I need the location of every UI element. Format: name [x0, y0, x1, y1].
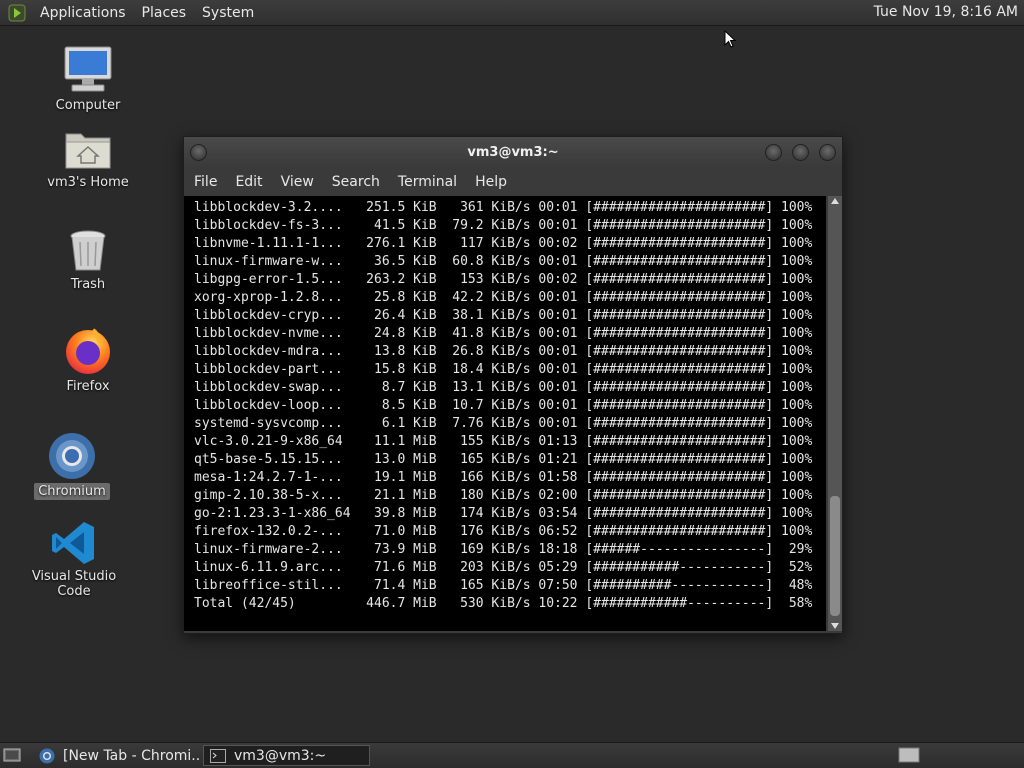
vscode-icon: [52, 522, 94, 564]
task-label: vm3@vm3:~: [234, 747, 327, 764]
system-menu[interactable]: System: [194, 5, 262, 21]
desktop-icon-firefox[interactable]: Firefox: [33, 326, 143, 395]
terminal-line: firefox-132.0.2-... 71.0 MiB 176 KiB/s 0…: [194, 524, 813, 539]
desktop-icon-label: Trash: [70, 277, 106, 292]
desktop-icon-label: vm3's Home: [47, 175, 129, 190]
terminal-line: go-2:1.23.3-1-x86_64 39.8 MiB 174 KiB/s …: [194, 506, 813, 521]
desktop-icon-home[interactable]: vm3's Home: [33, 128, 143, 191]
window-title: vm3@vm3:~: [467, 145, 559, 160]
desktop-icon-trash[interactable]: Trash: [33, 228, 143, 293]
applications-menu[interactable]: Applications: [32, 5, 134, 21]
terminal-scrollbar[interactable]: [828, 196, 842, 631]
desktop-icon-label: Computer: [55, 98, 121, 113]
terminal-line: linux-6.11.9.arc... 71.6 MiB 203 KiB/s 0…: [194, 560, 813, 575]
top-panel: Applications Places System Tue Nov 19, 8…: [0, 0, 1024, 26]
terminal-line: libnvme-1.11.1-1... 276.1 KiB 117 KiB/s …: [194, 236, 813, 251]
terminal-icon: [210, 748, 226, 763]
terminal-line: vlc-3.0.21-9-x86_64 11.1 MiB 155 KiB/s 0…: [194, 434, 813, 449]
desktop-icon-vscode[interactable]: Visual Studio Code: [19, 520, 129, 600]
terminal-line: libblockdev-3.2.... 251.5 KiB 361 KiB/s …: [194, 200, 813, 215]
terminal-line: gimp-2.10.38-5-x... 21.1 MiB 180 KiB/s 0…: [194, 488, 813, 503]
distro-logo-icon[interactable]: [8, 4, 26, 22]
menu-terminal[interactable]: Terminal: [390, 174, 465, 190]
maximize-button[interactable]: [792, 144, 809, 161]
menu-file[interactable]: File: [186, 174, 225, 190]
minimize-button[interactable]: [765, 144, 782, 161]
terminal-line: libblockdev-mdra... 13.8 KiB 26.8 KiB/s …: [194, 344, 813, 359]
terminal-line: Total (42/45) 446.7 MiB 530 KiB/s 10:22 …: [194, 596, 813, 611]
workspace-switcher-icon[interactable]: [898, 747, 920, 763]
scroll-thumb[interactable]: [830, 496, 840, 616]
terminal-line: libblockdev-swap... 8.7 KiB 13.1 KiB/s 0…: [194, 380, 813, 395]
desktop-icon-computer[interactable]: Computer: [33, 45, 143, 114]
computer-icon: [64, 46, 112, 92]
mouse-cursor-icon: [724, 30, 736, 48]
terminal-line: libreoffice-stil... 71.4 MiB 165 KiB/s 0…: [194, 578, 813, 593]
terminal-line: qt5-base-5.15.15... 13.0 MiB 165 KiB/s 0…: [194, 452, 813, 467]
menu-help[interactable]: Help: [467, 174, 515, 190]
menu-edit[interactable]: Edit: [227, 174, 270, 190]
terminal-line: libblockdev-part... 15.8 KiB 18.4 KiB/s …: [194, 362, 813, 377]
desktop-icon-chromium[interactable]: Chromium: [17, 431, 127, 500]
scroll-up-arrow-icon[interactable]: [831, 198, 839, 204]
terminal-line: xorg-xprop-1.2.8... 25.8 KiB 42.2 KiB/s …: [194, 290, 813, 305]
terminal-output[interactable]: libblockdev-3.2.... 251.5 KiB 361 KiB/s …: [184, 196, 826, 631]
terminal-line: libblockdev-loop... 8.5 KiB 10.7 KiB/s 0…: [194, 398, 813, 413]
desktop-icon-label: Chromium: [34, 483, 110, 500]
chromium-icon: [39, 748, 55, 763]
places-menu[interactable]: Places: [134, 5, 195, 21]
terminal-line: systemd-sysvcomp... 6.1 KiB 7.76 KiB/s 0…: [194, 416, 813, 431]
terminal-line: libblockdev-nvme... 24.8 KiB 41.8 KiB/s …: [194, 326, 813, 341]
terminal-line: mesa-1:24.2.7-1-... 19.1 MiB 166 KiB/s 0…: [194, 470, 813, 485]
clock[interactable]: Tue Nov 19, 8:16 AM: [874, 4, 1018, 20]
firefox-icon: [66, 328, 110, 374]
terminal-menubar: File Edit View Search Terminal Help: [184, 167, 842, 196]
desktop-icon-label: Visual Studio Code: [31, 569, 117, 599]
terminal-line: libgpg-error-1.5... 263.2 KiB 153 KiB/s …: [194, 272, 813, 287]
bottom-panel: [New Tab - Chromi... vm3@vm3:~: [0, 742, 1024, 768]
task-label: [New Tab - Chromi...: [63, 747, 199, 764]
terminal-lines: libblockdev-3.2.... 251.5 KiB 361 KiB/s …: [184, 196, 826, 613]
desktop-icon-label: Firefox: [66, 379, 110, 394]
show-desktop-icon[interactable]: [3, 747, 21, 763]
close-button[interactable]: [819, 144, 836, 161]
menu-view[interactable]: View: [273, 174, 322, 190]
terminal-titlebar[interactable]: vm3@vm3:~: [184, 137, 842, 167]
terminal-line: linux-firmware-w... 36.5 KiB 60.8 KiB/s …: [194, 254, 813, 269]
trash-icon: [70, 230, 106, 271]
menu-search[interactable]: Search: [324, 174, 388, 190]
terminal-window[interactable]: vm3@vm3:~ File Edit View Search Terminal…: [183, 136, 843, 634]
taskbar-terminal[interactable]: vm3@vm3:~: [203, 745, 370, 766]
terminal-line: libblockdev-cryp... 26.4 KiB 38.1 KiB/s …: [194, 308, 813, 323]
taskbar-chromium[interactable]: [New Tab - Chromi...: [33, 745, 199, 766]
scroll-down-arrow-icon[interactable]: [831, 623, 839, 629]
home-folder-icon: [65, 133, 111, 169]
chromium-icon: [49, 433, 95, 479]
terminal-line: linux-firmware-2... 73.9 MiB 169 KiB/s 1…: [194, 542, 813, 557]
terminal-line: libblockdev-fs-3... 41.5 KiB 79.2 KiB/s …: [194, 218, 813, 233]
